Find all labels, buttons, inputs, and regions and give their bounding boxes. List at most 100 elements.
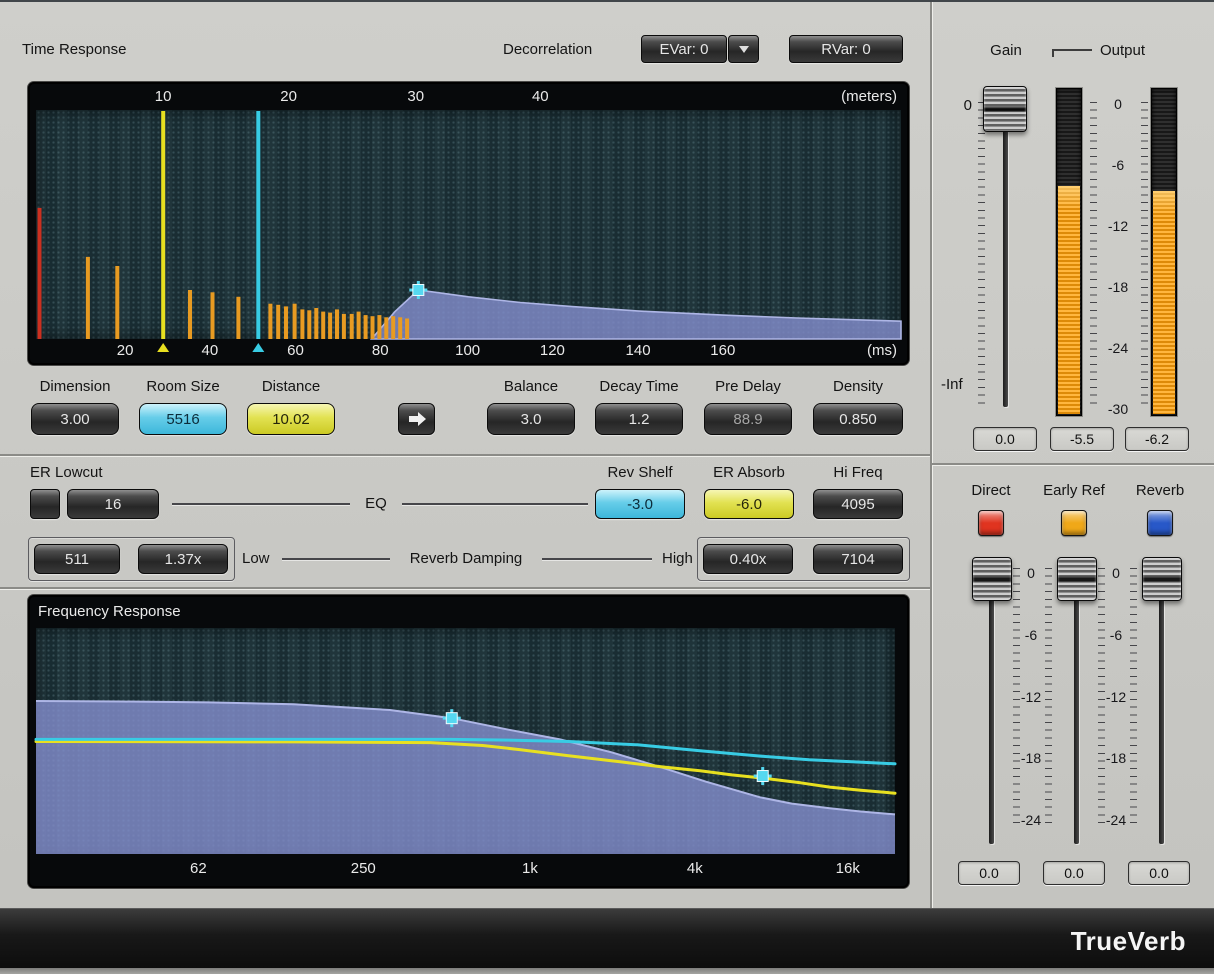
direct-label: Direct bbox=[971, 482, 1010, 499]
mixer-ticks bbox=[1130, 568, 1137, 828]
meter-scale-label: -6 bbox=[1025, 627, 1037, 643]
param-label-density: Density bbox=[833, 378, 883, 395]
early-ref-fader-track[interactable] bbox=[1074, 562, 1079, 844]
param-label-distance: Distance bbox=[262, 378, 320, 395]
meter-ticks-right bbox=[1141, 102, 1148, 410]
meter-scale-label: -30 bbox=[1108, 401, 1128, 417]
reverb-fader-knob[interactable] bbox=[1142, 557, 1182, 601]
room-size-value-box[interactable]: 5516 bbox=[139, 403, 227, 435]
density-value-box[interactable]: 0.850 bbox=[813, 403, 903, 435]
damping-low-freq-box[interactable]: 511 bbox=[34, 544, 120, 574]
axis-tick-label: 60 bbox=[287, 342, 304, 359]
reverb-led-button[interactable] bbox=[1147, 510, 1173, 536]
gain-scale-top: 0 bbox=[948, 97, 972, 114]
mixer-ticks bbox=[1098, 568, 1105, 828]
mixer-ticks bbox=[1013, 568, 1020, 828]
reverb-fader-track[interactable] bbox=[1159, 562, 1164, 844]
damping-line-left bbox=[282, 558, 390, 560]
evar-dropdown[interactable]: EVar: 0 bbox=[641, 35, 727, 63]
damping-high-ratio-box[interactable]: 0.40x bbox=[703, 544, 793, 574]
bottom-bar bbox=[0, 908, 1214, 968]
rvar-button[interactable]: RVar: 0 bbox=[789, 35, 903, 63]
early-ref-led-button[interactable] bbox=[1061, 510, 1087, 536]
meter-scale-label: 0 bbox=[1114, 96, 1122, 112]
er-lowcut-value-box[interactable]: 16 bbox=[67, 489, 159, 519]
param-label-room-size: Room Size bbox=[146, 378, 219, 395]
rev-shelf-value: -3.0 bbox=[627, 496, 653, 513]
output-meter-left-value-box: -5.5 bbox=[1050, 427, 1114, 451]
output-meter-right-value: -6.2 bbox=[1145, 431, 1169, 447]
hi-freq-value: 4095 bbox=[841, 496, 874, 513]
meter-scale-label: -24 bbox=[1108, 340, 1128, 356]
axis-tick-label: 20 bbox=[280, 88, 297, 105]
gain-fader-track[interactable] bbox=[1003, 102, 1008, 407]
param-label-balance: Balance bbox=[504, 378, 558, 395]
axis-tick-label: 40 bbox=[532, 88, 549, 105]
decorrelation-label: Decorrelation bbox=[503, 41, 592, 58]
axis-tick-label: (meters) bbox=[841, 88, 897, 105]
control-handle[interactable] bbox=[413, 284, 424, 295]
direct-fader-track[interactable] bbox=[989, 562, 994, 844]
direct-fader-knob[interactable] bbox=[972, 557, 1012, 601]
decay-time-value: 1.2 bbox=[629, 411, 650, 428]
dimension-value-box[interactable]: 3.00 bbox=[31, 403, 119, 435]
control-handle[interactable] bbox=[757, 771, 768, 782]
axis-tick-label: 10 bbox=[155, 88, 172, 105]
distance-value-box[interactable]: 10.02 bbox=[247, 403, 335, 435]
axis-tick-label: 30 bbox=[407, 88, 424, 105]
direct-value: 0.0 bbox=[979, 865, 998, 881]
balance-value: 3.0 bbox=[521, 411, 542, 428]
damping-low-ratio-box[interactable]: 1.37x bbox=[138, 544, 228, 574]
pre-delay-value: 88.9 bbox=[733, 411, 762, 428]
er-lowcut-label: ER Lowcut bbox=[30, 464, 103, 481]
hi-freq-value-box[interactable]: 4095 bbox=[813, 489, 903, 519]
mixer-ticks bbox=[1045, 568, 1052, 828]
meter-scale-label: -24 bbox=[1021, 812, 1041, 828]
decay-time-value-box[interactable]: 1.2 bbox=[595, 403, 683, 435]
direct-value-box[interactable]: 0.0 bbox=[958, 861, 1020, 885]
frequency-response-title: Frequency Response bbox=[38, 603, 181, 620]
gain-value-box[interactable]: 0.0 bbox=[973, 427, 1037, 451]
damping-low-freq-value: 511 bbox=[65, 551, 89, 568]
output-meter-left-value: -5.5 bbox=[1070, 431, 1094, 447]
control-handle[interactable] bbox=[446, 713, 457, 724]
output-meter-right-fill bbox=[1153, 191, 1175, 414]
axis-tick-label: 20 bbox=[117, 342, 134, 359]
frequency-response-chart bbox=[28, 595, 909, 888]
er-absorb-label: ER Absorb bbox=[713, 464, 785, 481]
meter-scale-label: 0 bbox=[1112, 565, 1120, 581]
link-arrow-button[interactable] bbox=[398, 403, 435, 435]
section-divider bbox=[0, 454, 930, 456]
chevron-down-icon bbox=[739, 46, 749, 53]
er-lowcut-toggle-button[interactable] bbox=[30, 489, 60, 519]
reverb-label: Reverb bbox=[1136, 482, 1184, 499]
time-response-graph[interactable]: 10203040(meters)20406080100120140160(ms) bbox=[28, 82, 909, 365]
pre-delay-value-box[interactable]: 88.9 bbox=[704, 403, 792, 435]
er-lowcut-value: 16 bbox=[105, 496, 122, 513]
early-ref-label: Early Ref bbox=[1043, 482, 1105, 499]
evar-dropdown-arrow[interactable] bbox=[728, 35, 759, 63]
distance-value: 10.02 bbox=[272, 411, 310, 428]
evar-value: EVar: 0 bbox=[660, 41, 709, 58]
gain-scale-bottom: -Inf bbox=[941, 376, 963, 393]
damping-high-freq-box[interactable]: 7104 bbox=[813, 544, 903, 574]
axis-tick-label: 62 bbox=[190, 860, 207, 877]
rev-shelf-value-box[interactable]: -3.0 bbox=[595, 489, 685, 519]
balance-value-box[interactable]: 3.0 bbox=[487, 403, 575, 435]
output-bracket-line bbox=[1052, 49, 1092, 51]
direct-led-button[interactable] bbox=[978, 510, 1004, 536]
early-ref-value-box[interactable]: 0.0 bbox=[1043, 861, 1105, 885]
meter-scale-label: -6 bbox=[1110, 627, 1122, 643]
er-absorb-value-box[interactable]: -6.0 bbox=[704, 489, 794, 519]
right-arrow-icon bbox=[407, 411, 427, 427]
time-response-chart bbox=[28, 82, 909, 365]
early-ref-fader-knob[interactable] bbox=[1057, 557, 1097, 601]
column-divider bbox=[930, 2, 932, 908]
frequency-response-graph[interactable]: Frequency Response 622501k4k16k bbox=[28, 595, 909, 888]
rev-shelf-label: Rev Shelf bbox=[607, 464, 672, 481]
damping-high-ratio-value: 0.40x bbox=[730, 551, 767, 568]
gain-fader-knob[interactable] bbox=[983, 86, 1027, 132]
output-meter-right bbox=[1151, 88, 1177, 416]
density-value: 0.850 bbox=[839, 411, 877, 428]
reverb-value-box[interactable]: 0.0 bbox=[1128, 861, 1190, 885]
